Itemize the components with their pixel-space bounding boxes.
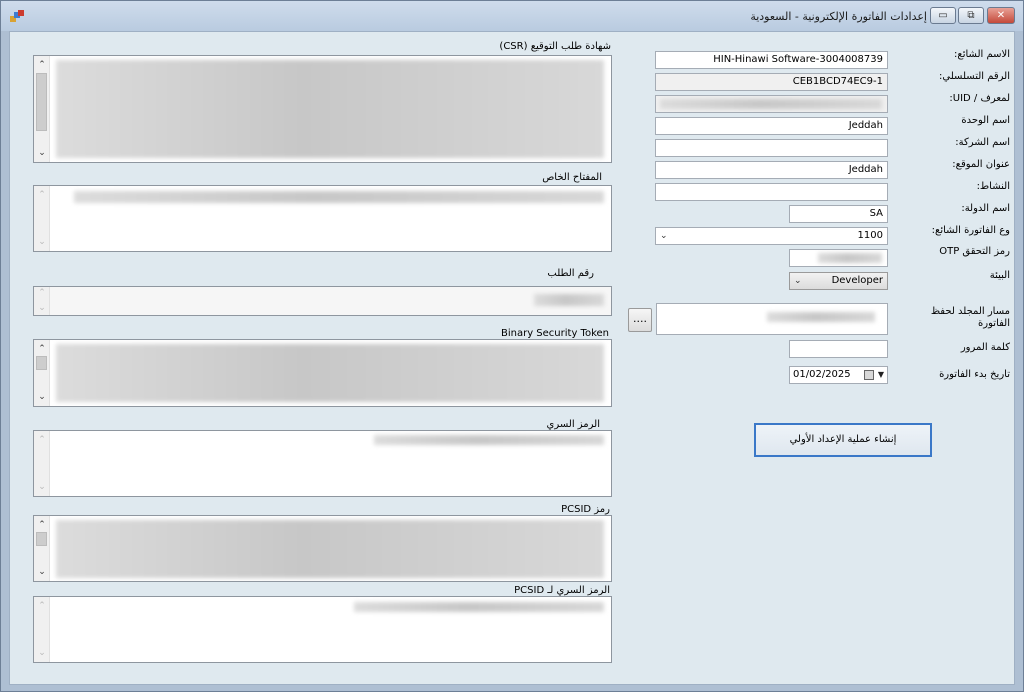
serial-number-label: الرقم التسلسلي: [939,71,1010,82]
chevron-up-icon[interactable]: ⌃ [34,518,50,532]
scroll-thumb[interactable] [36,532,47,546]
redacted-content [534,294,604,306]
common-name-input[interactable]: HIN-Hinawi Software-3004008739 [655,51,888,69]
environment-label: البيئة [989,270,1010,281]
invoice-start-date-picker[interactable]: 01/02/2025 ▼ [789,366,888,384]
invoice-type-value: 1100 [857,230,883,241]
chevron-up-icon[interactable]: ⌃ [34,599,50,613]
chevron-up-icon[interactable]: ⌃ [34,342,50,356]
scroll-thumb[interactable] [36,73,47,131]
chevron-up-icon[interactable]: ⌃ [34,433,50,447]
chevron-down-icon[interactable]: ⌄ [34,302,50,315]
activity-input[interactable] [655,183,888,201]
redacted-content [56,60,604,158]
redacted-content [354,602,604,612]
pcsid-secret-label: الرمز السري لـ PCSID [514,585,610,596]
unit-name-input[interactable]: Jeddah [655,117,888,135]
pcsid-secret-textarea[interactable]: ⌃ ⌄ [33,596,612,663]
country-name-label: اسم الدولة: [961,203,1010,214]
secret-scrollbar[interactable]: ⌃ ⌄ [34,431,50,496]
secret-textarea[interactable]: ⌃ ⌄ [33,430,612,497]
private-key-textarea[interactable]: ⌃ ⌄ [33,185,612,252]
redacted-content [767,312,875,322]
chevron-down-icon[interactable]: ⌄ [34,646,50,660]
folder-path-input[interactable] [656,303,888,335]
request-number-scrollbar[interactable]: ⌃ ⌄ [34,287,50,315]
request-number-label: رقم الطلب [547,268,594,279]
uid-label: لمعرف / UID: [949,93,1010,104]
dropdown-arrow-icon[interactable]: ▼ [878,367,884,383]
redacted-content [74,191,604,203]
csr-textarea[interactable]: ⌃ ⌄ [33,55,612,163]
invoice-type-label: وع الفاتورة الشائع: [931,225,1010,236]
uid-input[interactable] [655,95,888,113]
invoice-start-date-value: 01/02/2025 [793,369,851,380]
invoice-type-select[interactable]: ⌄ 1100 [655,227,888,245]
csr-scrollbar[interactable]: ⌃ ⌄ [34,56,50,162]
main-window: إعدادات الفاتورة الإلكترونية - السعودية … [0,0,1024,692]
title-bar: إعدادات الفاتورة الإلكترونية - السعودية … [1,1,1023,31]
environment-select[interactable]: ⌄ Developer [789,272,888,290]
pcsid-scrollbar[interactable]: ⌃ ⌄ [34,516,50,581]
scroll-thumb[interactable] [36,356,47,370]
common-name-label: الاسم الشائع: [954,49,1010,60]
location-address-label: عنوان الموقع: [952,159,1010,170]
chevron-up-icon[interactable]: ⌃ [34,188,50,202]
csr-label: شهادة طلب التوقيع (CSR) [499,41,611,52]
binary-security-token-label: Binary Security Token [500,328,609,339]
private-key-scrollbar[interactable]: ⌃ ⌄ [34,186,50,251]
redacted-content [56,344,604,402]
redacted-content [374,435,604,445]
otp-input[interactable] [789,249,888,267]
otp-label: رمز التحقق OTP [939,246,1010,257]
form-client-area: شهادة طلب التوقيع (CSR) ⌃ ⌄ المفتاح الخا… [9,31,1015,685]
close-button[interactable]: ✕ [987,7,1015,24]
create-initial-setup-button[interactable]: إنشاء عملية الإعداد الأولي [754,423,932,457]
serial-number-input[interactable]: CEB1BCD74EC9-1 [655,73,888,91]
chevron-down-icon[interactable]: ⌄ [794,273,802,289]
invoice-start-date-label: تاريخ بدء الفاتورة [939,369,1010,380]
chevron-down-icon[interactable]: ⌄ [34,146,50,160]
minimize-button[interactable]: ▭ [930,7,956,24]
unit-name-label: اسم الوحدة [961,115,1010,126]
calendar-icon[interactable] [864,370,874,380]
restore-button[interactable]: ⧉ [958,7,984,24]
redacted-content [56,520,604,578]
folder-path-label: مسار المجلد لحفظ الفاتورة [930,306,1010,329]
window-title: إعدادات الفاتورة الإلكترونية - السعودية [750,10,927,23]
app-icon[interactable] [10,10,24,22]
binary-security-token-textarea[interactable]: ⌃ ⌄ [33,339,612,407]
browse-folder-button[interactable]: .... [628,308,652,332]
chevron-up-icon[interactable]: ⌃ [34,58,50,72]
country-name-input[interactable]: SA [789,205,888,223]
password-label: كلمة المرور [960,342,1010,353]
chevron-down-icon[interactable]: ⌄ [34,565,50,579]
location-address-input[interactable]: Jeddah [655,161,888,179]
redacted-content [818,253,882,263]
chevron-down-icon[interactable]: ⌄ [34,390,50,404]
chevron-down-icon[interactable]: ⌄ [660,228,668,244]
pcsid-secret-scrollbar[interactable]: ⌃ ⌄ [34,597,50,662]
chevron-down-icon[interactable]: ⌄ [34,480,50,494]
request-number-field[interactable]: ⌃ ⌄ [33,286,612,316]
password-input[interactable] [789,340,888,358]
company-name-label: اسم الشركة: [955,137,1010,148]
redacted-content [660,99,882,109]
chevron-down-icon[interactable]: ⌄ [34,235,50,249]
activity-label: النشاط: [976,181,1010,192]
pcsid-textarea[interactable]: ⌃ ⌄ [33,515,612,582]
pcsid-label: رمز PCSID [561,504,610,515]
private-key-label: المفتاح الخاص [542,172,602,183]
environment-value: Developer [831,275,883,286]
chevron-up-icon[interactable]: ⌃ [34,287,50,300]
secret-label: الرمز السري [546,419,601,430]
company-name-input[interactable] [655,139,888,157]
bst-scrollbar[interactable]: ⌃ ⌄ [34,340,50,406]
